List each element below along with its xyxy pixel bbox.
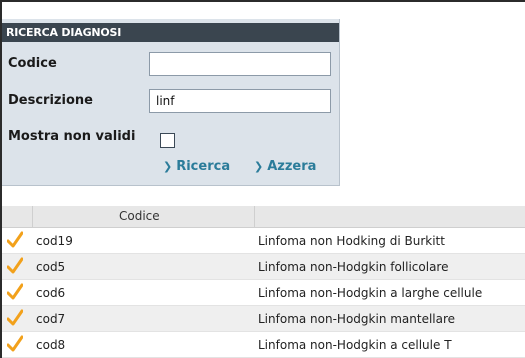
reset-button-label: Azzera — [267, 159, 317, 174]
reset-button[interactable]: ❯ Azzera — [254, 159, 316, 174]
descrizione-label: Descrizione — [8, 93, 93, 108]
search-button-label: Ricerca — [176, 159, 231, 174]
column-header-codice[interactable]: Codice — [119, 206, 160, 227]
row-description: Linfoma non-Hodgkin a larghe cellule — [258, 286, 483, 300]
checkmark-icon — [7, 335, 23, 352]
table-body: cod19 Linfoma non Hodking di Burkitt cod… — [2, 228, 525, 358]
row-code: cod5 — [36, 260, 66, 274]
results-table: Codice cod19 Linfoma non Hodking di Burk… — [2, 206, 525, 358]
row-description: Linfoma non-Hodgkin a cellule T — [258, 338, 452, 352]
codice-label: Codice — [8, 56, 57, 71]
row-code: cod8 — [36, 338, 66, 352]
table-row[interactable]: cod8 Linfoma non-Hodgkin a cellule T — [2, 332, 525, 358]
non-validi-label: Mostra non validi — [8, 129, 136, 144]
row-code: cod6 — [36, 286, 66, 300]
column-divider — [32, 206, 33, 227]
search-panel: RICERCA DIAGNOSI Codice Descrizione Most… — [2, 19, 340, 186]
row-description: Linfoma non-Hodgkin follicolare — [258, 260, 449, 274]
checkmark-icon — [7, 257, 23, 274]
column-divider — [254, 206, 255, 227]
table-row[interactable]: cod5 Linfoma non-Hodgkin follicolare — [2, 254, 525, 280]
chevron-right-icon: ❯ — [254, 160, 264, 173]
table-header: Codice — [2, 206, 525, 228]
chevron-right-icon: ❯ — [163, 160, 173, 173]
table-row[interactable]: cod7 Linfoma non-Hodgkin mantellare — [2, 306, 525, 332]
non-validi-checkbox[interactable] — [160, 133, 175, 148]
codice-input[interactable] — [149, 52, 331, 76]
checkmark-icon — [7, 309, 23, 326]
row-code: cod19 — [36, 234, 73, 248]
table-row[interactable]: cod6 Linfoma non-Hodgkin a larghe cellul… — [2, 280, 525, 306]
window-top-border — [0, 0, 525, 2]
row-description: Linfoma non-Hodgkin mantellare — [258, 312, 456, 326]
search-button[interactable]: ❯ Ricerca — [163, 159, 230, 174]
panel-title: RICERCA DIAGNOSI — [2, 23, 339, 42]
table-row[interactable]: cod19 Linfoma non Hodking di Burkitt — [2, 228, 525, 254]
descrizione-input[interactable] — [149, 89, 331, 113]
row-description: Linfoma non Hodking di Burkitt — [258, 234, 445, 248]
checkmark-icon — [7, 283, 23, 300]
row-code: cod7 — [36, 312, 66, 326]
checkmark-icon — [7, 231, 23, 248]
